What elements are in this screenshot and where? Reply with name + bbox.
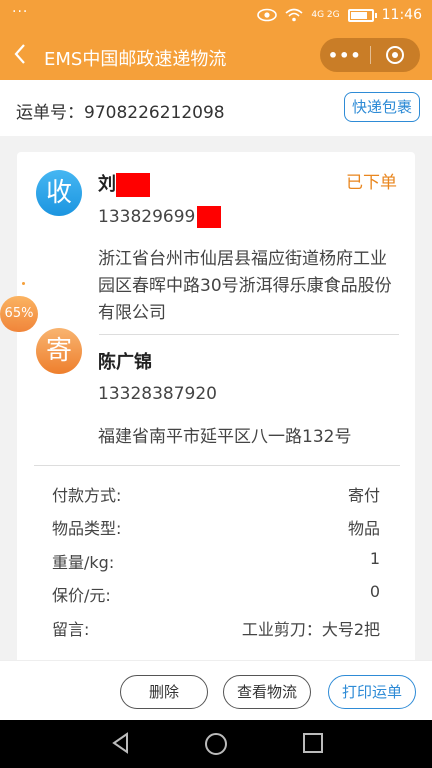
battery-icon	[347, 8, 377, 22]
detail-label: 付款方式:	[52, 486, 122, 505]
view-tracking-button[interactable]: 查看物流	[223, 675, 311, 709]
status-icons: 4G 2G 11:46	[257, 7, 422, 23]
divider	[34, 465, 400, 466]
recents-square-icon[interactable]	[302, 732, 324, 758]
express-package-button[interactable]: 快递包裹	[344, 92, 420, 122]
detail-row-weight: 重量/kg: 1	[52, 549, 380, 573]
receiver-name: 刘	[98, 174, 116, 195]
sender-phone: 13328387920	[98, 384, 217, 404]
close-miniprogram-button[interactable]	[370, 46, 420, 64]
receiver-phone: 133829699	[98, 207, 196, 227]
detail-value: 0	[369, 582, 380, 601]
progress-floating-badge[interactable]: 65%	[0, 296, 38, 332]
detail-row-message: 留言: 工业剪刀：大号2把	[52, 616, 380, 640]
more-menu-button[interactable]: •••	[320, 46, 370, 65]
decorative-dot	[22, 282, 25, 285]
status-bar: ··· 4G 2G 11:46	[0, 0, 432, 32]
detail-row-item-type: 物品类型: 物品	[52, 515, 380, 539]
detail-label: 留言:	[52, 620, 90, 639]
nav-bar: EMS中国邮政速递物流 •••	[0, 32, 432, 80]
receiver-phone-row: 133829699	[98, 206, 222, 228]
detail-label: 物品类型:	[52, 519, 122, 538]
eye-icon	[257, 8, 278, 22]
detail-value: 1	[369, 549, 380, 568]
back-arrow-icon[interactable]	[12, 42, 28, 72]
redaction-box	[116, 173, 150, 197]
detail-row-payment: 付款方式: 寄付	[52, 482, 380, 506]
order-status: 已下单	[346, 173, 397, 193]
detail-label: 保价/元:	[52, 586, 111, 605]
waybill-bar: 运单号：9708226212098 快递包裹	[0, 80, 432, 136]
page-title: EMS中国邮政速递物流	[44, 49, 227, 70]
detail-value: 寄付	[347, 486, 380, 505]
divider	[99, 334, 399, 335]
print-waybill-button[interactable]: 打印运单	[328, 675, 416, 709]
detail-label: 重量/kg:	[52, 553, 115, 572]
detail-value: 工业剪刀：大号2把	[241, 620, 380, 639]
back-triangle-icon[interactable]	[110, 732, 132, 758]
sender-name: 陈广锦	[98, 352, 152, 373]
target-icon	[386, 46, 405, 64]
miniprogram-capsule: •••	[320, 38, 420, 72]
notification-dots: ···	[12, 4, 29, 20]
sender-avatar: 寄	[36, 328, 82, 374]
detail-value: 物品	[347, 519, 380, 538]
redaction-box	[197, 206, 222, 228]
clock: 11:46	[381, 7, 422, 23]
sender-address: 福建省南平市延平区八一路132号	[98, 427, 352, 447]
action-bar: 删除 查看物流 打印运单	[0, 660, 432, 720]
wifi-icon	[285, 8, 303, 22]
home-circle-icon[interactable]	[204, 732, 228, 760]
receiver-name-row: 刘	[98, 170, 150, 197]
waybill-number: 运单号：9708226212098	[16, 103, 225, 123]
detail-row-insurance: 保价/元: 0	[52, 582, 380, 606]
receiver-avatar: 收	[36, 170, 82, 216]
cellular-signal-icon: 4G 2G	[311, 9, 340, 20]
receiver-address: 浙江省台州市仙居县福应街道杨府工业园区春晖中路30号浙洱得乐康食品股份有限公司	[98, 249, 392, 323]
delete-button[interactable]: 删除	[120, 675, 208, 709]
system-navigation-bar	[0, 720, 432, 768]
order-card: 收 刘 已下单 133829699 浙江省台州市仙居县福应街道杨府工业园区春晖中…	[17, 152, 415, 672]
